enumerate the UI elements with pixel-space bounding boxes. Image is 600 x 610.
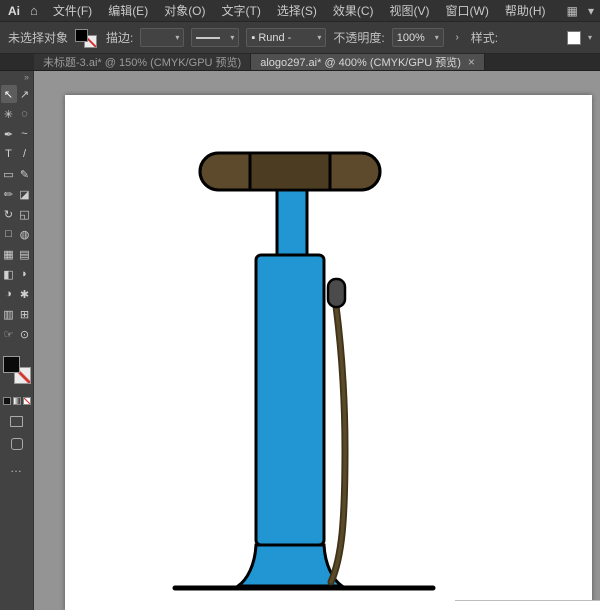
tools-grid: ↖ ↗ ✳ ◌ ✒ ~ T / ▭ ✎ ✏ ◪ ↻ ◱ □ ◍ ▦ ▤ ◧ ◗ ◑ ✱ ▥ ⊞ ☞ ⊙ [0,84,33,344]
fill-color-swatch[interactable] [2,356,20,373]
style-swatch[interactable] [566,30,581,45]
pencil-tool[interactable]: ✏ [1,185,17,203]
workspace: » ↖ ↗ ✳ ◌ ✒ ~ T / ▭ ✎ ✏ ◪ ↻ ◱ □ ◍ ▦ ▤ ◧ ◗ ◑ ✱ ▥ ⊞ ☞ ⊙ … [0,71,600,610]
brush-select[interactable]: ▪ Rund - ▾ [246,28,327,47]
stroke-profile-select[interactable]: ▾ [191,28,240,47]
pen-tool[interactable]: ✒ [1,125,17,143]
curvature-tool[interactable]: ~ [17,125,33,143]
document-tab-2[interactable]: alogo297.ai* @ 400% (CMYK/GPU 预览) × [251,54,485,70]
menu-edit[interactable]: 编辑(E) [101,0,155,21]
fill-swatch[interactable] [75,28,89,42]
scale-tool[interactable]: ◱ [17,205,33,223]
menu-type[interactable]: 文字(T) [215,0,268,21]
stroke-profile-preview [196,36,221,39]
chevron-down-icon: ▾ [434,33,439,42]
zoom-tool[interactable]: ⊙ [17,325,33,343]
style-dropdown[interactable]: ▾ [566,30,592,45]
menu-view[interactable]: 视图(V) [383,0,437,21]
blend-tool[interactable]: ◑ [1,285,17,303]
pump-handle-grip[interactable] [250,155,330,188]
gradient-tool[interactable]: ◧ [1,265,17,283]
stroke-weight-select[interactable]: ▾ [140,28,185,47]
chevron-down-icon: ▾ [175,33,180,42]
symbol-sprayer-tool[interactable]: ✱ [17,285,33,303]
document-tab-1[interactable]: 未标题-3.ai* @ 150% (CMYK/GPU 预览) [34,54,252,70]
menu-items: 文件(F) 编辑(E) 对象(O) 文字(T) 选择(S) 效果(C) 视图(V) 窗口(W)… [46,0,553,21]
gradient-button[interactable] [12,397,21,405]
selection-tool[interactable]: ↖ [0,85,17,103]
lasso-tool[interactable]: ◌ [17,105,33,123]
lower-artboard-edge [455,600,600,610]
rectangle-tool[interactable]: ▭ [1,165,17,183]
pump-neck[interactable] [275,185,309,261]
fill-stroke-indicator[interactable] [75,27,99,49]
menu-effect[interactable]: 效果(C) [326,0,381,21]
artboard[interactable] [65,95,592,610]
line-segment-tool[interactable]: / [17,145,33,163]
opacity-panel-arrow[interactable]: › [451,28,464,47]
paintbrush-tool[interactable]: ✎ [17,165,33,183]
menubar-chevron-icon[interactable]: ▾ [588,4,594,18]
tools-panel: » ↖ ↗ ✳ ◌ ✒ ~ T / ▭ ✎ ✏ ◪ ↻ ◱ □ ◍ ▦ ▤ ◧ ◗ ◑ ✱ ▥ ⊞ ☞ ⊙ … [0,71,34,610]
mesh-tool[interactable]: ▤ [17,245,33,263]
edit-toolbar-icon[interactable]: … [10,461,23,475]
magic-wand-tool[interactable]: ✳ [1,105,17,123]
home-icon[interactable]: ⌂ [30,3,38,18]
opacity-select[interactable]: 100% ▾ [391,28,444,47]
brush-preview-icon: ▪ [251,31,256,44]
selection-status-label: 未选择对象 [8,31,69,45]
workspace-switcher-icon[interactable]: ▦ [567,4,578,18]
style-label: 样式: [470,31,499,45]
fill-stroke-control[interactable] [2,356,32,388]
document-tab-bar: 未标题-3.ai* @ 150% (CMYK/GPU 预览) alogo297.a… [0,54,600,71]
drawing-mode-button[interactable] [10,416,23,427]
menu-bar: Ai ⌂ 文件(F) 编辑(E) 对象(O) 文字(T) 选择(S) 效果(C) 视图(V)… [0,0,600,22]
hand-tool[interactable]: ☞ [1,325,17,343]
color-mode-buttons [2,397,31,405]
direct-selection-tool[interactable]: ↗ [17,85,33,103]
control-bar: 未选择对象 描边: ▾ ▾ ▪ Rund - ▾ 不透明度: 100% ▾ › … [0,22,600,54]
stroke-label: 描边: [106,31,134,45]
tab-label: 未标题-3.ai* @ 150% (CMYK/GPU 预览) [43,57,242,69]
perspective-grid-tool[interactable]: ▦ [1,245,17,263]
chevron-down-icon: ▾ [230,33,235,42]
none-button[interactable] [22,397,31,405]
tab-label: alogo297.ai* @ 400% (CMYK/GPU 预览) [260,57,461,69]
pump-nozzle[interactable] [326,277,347,309]
chevron-down-icon: ▾ [317,33,322,42]
rotate-tool[interactable]: ↻ [1,205,17,223]
menu-file[interactable]: 文件(F) [46,0,99,21]
artboard-tool[interactable]: ⊞ [17,305,33,323]
pump-base[interactable] [233,543,347,588]
eraser-tool[interactable]: ◪ [17,185,33,203]
screen-mode-button[interactable] [10,438,23,450]
eyedropper-tool[interactable]: ◗ [17,265,33,283]
column-graph-tool[interactable]: ▥ [1,305,17,323]
free-transform-tool[interactable]: □ [1,225,17,243]
color-button[interactable] [2,397,11,405]
opacity-label: 不透明度: [333,31,385,45]
brush-value: Rund - [258,31,292,44]
chevron-down-icon: ▾ [587,33,592,42]
app-logo-icon[interactable]: Ai [6,4,22,18]
pump-illustration[interactable] [65,95,592,610]
pump-body[interactable] [254,253,326,547]
tab-close-icon[interactable]: × [468,56,475,68]
opacity-value: 100% [396,31,425,44]
illustrator-window: Ai ⌂ 文件(F) 编辑(E) 对象(O) 文字(T) 选择(S) 效果(C) 视图(V)… [0,0,600,610]
type-tool[interactable]: T [1,145,17,163]
shape-builder-tool[interactable]: ◍ [17,225,33,243]
menu-object[interactable]: 对象(O) [157,0,212,21]
toolbar-collapse-icon[interactable]: » [20,71,33,84]
menu-window[interactable]: 窗口(W) [439,0,496,21]
canvas-area[interactable] [34,71,600,610]
menu-help[interactable]: 帮助(H) [498,0,553,21]
menu-select[interactable]: 选择(S) [270,0,324,21]
